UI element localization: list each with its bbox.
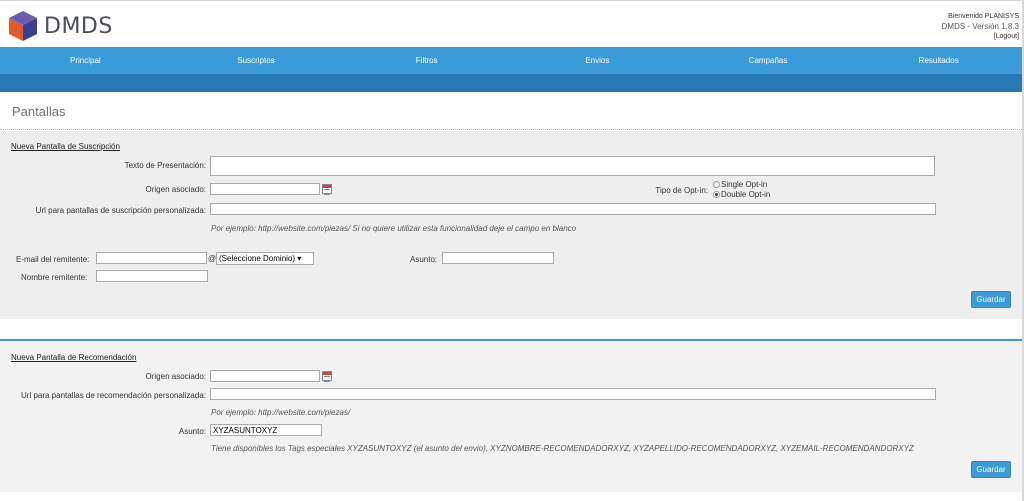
- welcome-text: Bienvenido PLANISYS: [948, 13, 1019, 20]
- url-input[interactable]: [210, 203, 936, 215]
- presentation-textarea[interactable]: [210, 156, 935, 176]
- radio-selected-icon[interactable]: [713, 191, 720, 199]
- calendar-icon[interactable]: [322, 371, 332, 382]
- recommendation-section-title: Nueva Pantalla de Recomendación: [11, 353, 137, 362]
- save-subscription-button[interactable]: Guardar: [971, 291, 1011, 308]
- origin-label: Origen asociado:: [145, 185, 206, 194]
- rec-subject-input[interactable]: [210, 424, 322, 436]
- rec-url-label: Url para pantallas de recomendación pers…: [21, 391, 206, 400]
- tags-hint: Tiene disponibles los Tags especiales XY…: [211, 444, 914, 453]
- nav-campanas[interactable]: Campañas: [683, 47, 854, 74]
- url-hint: Por ejemplo: http://website.com/piezas/ …: [211, 224, 577, 233]
- main-nav: Principal Suscriptos Filtros Envios Camp…: [0, 47, 1024, 74]
- optin-double[interactable]: Double Opt-in: [713, 190, 770, 200]
- at-sign: @: [208, 254, 217, 263]
- subject-label: Asunto:: [410, 255, 438, 264]
- nav-envios[interactable]: Envios: [512, 47, 683, 74]
- subscription-section-title: Nueva Pantalla de Suscripción: [11, 142, 120, 151]
- optin-single[interactable]: Single Opt-in: [713, 180, 770, 190]
- nav-suscriptos[interactable]: Suscriptos: [171, 47, 342, 74]
- radio-icon[interactable]: [713, 181, 720, 189]
- brand-name: DMDS: [44, 14, 113, 39]
- optin-double-label: Double Opt-in: [721, 190, 771, 199]
- dmds-logo-icon: [9, 11, 37, 41]
- email-label: E-mail del remitente:: [16, 255, 90, 264]
- email-input[interactable]: [96, 252, 207, 264]
- subject-input[interactable]: [442, 252, 554, 264]
- sender-name-input[interactable]: [96, 270, 208, 282]
- calendar-icon[interactable]: [322, 184, 332, 195]
- optin-radio-group: Single Opt-in Double Opt-in: [713, 180, 770, 200]
- title-divider: [0, 129, 1024, 130]
- logout-link[interactable]: [Logout]: [994, 33, 1019, 40]
- rec-origin-input[interactable]: [210, 370, 320, 382]
- sender-name-label: Nombre remitente:: [21, 273, 88, 282]
- url-label: Url para pantallas de suscripción person…: [35, 206, 206, 215]
- page-title: Pantallas: [12, 104, 66, 119]
- optin-single-label: Single Opt-in: [721, 180, 768, 189]
- presentation-label: Texto de Presentación:: [124, 161, 206, 170]
- nav-resultados[interactable]: Resultados: [853, 47, 1024, 74]
- subscription-panel: Nueva Pantalla de Suscripción Texto de P…: [0, 131, 1024, 319]
- nav-principal[interactable]: Principal: [0, 47, 171, 74]
- domain-select[interactable]: (Seleccione Dominio) ▾: [216, 252, 314, 265]
- recommendation-panel: Nueva Pantalla de Recomendación Origen a…: [0, 339, 1024, 492]
- origin-input[interactable]: [210, 183, 320, 195]
- rec-url-input[interactable]: [210, 388, 936, 400]
- header: DMDS Bienvenido PLANISYS DMDS - Versión …: [0, 0, 1024, 47]
- rec-origin-label: Origen asociado:: [145, 372, 206, 381]
- nav-filtros[interactable]: Filtros: [341, 47, 512, 74]
- sub-nav-bar: [0, 74, 1024, 92]
- optin-label: Tipo de Opt-in:: [655, 186, 708, 195]
- user-box: Bienvenido PLANISYS DMDS - Versión 1.8.3…: [942, 12, 1019, 42]
- version-text: DMDS - Versión 1.8.3: [941, 22, 1019, 31]
- rec-url-hint: Por ejemplo: http://website.com/piezas/: [211, 408, 351, 417]
- save-recommendation-button[interactable]: Guardar: [971, 461, 1011, 478]
- rec-subject-label: Asunto:: [178, 427, 206, 436]
